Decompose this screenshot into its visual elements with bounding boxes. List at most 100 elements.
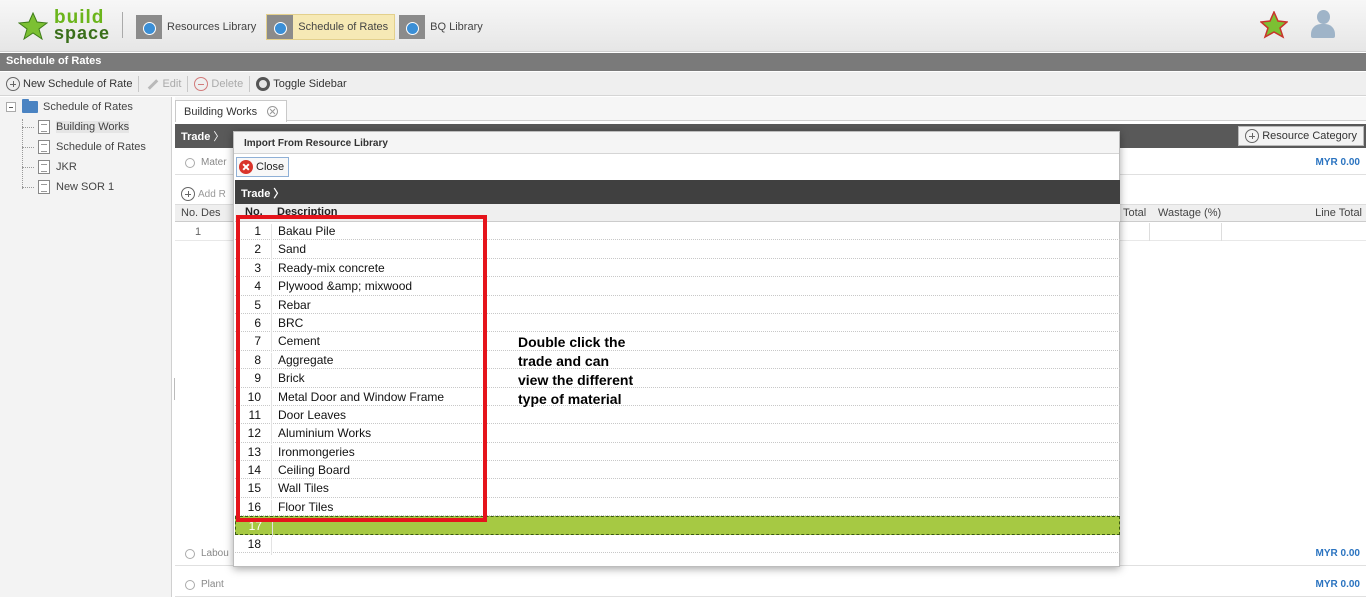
close-label: Close bbox=[256, 161, 285, 173]
expand-icon[interactable] bbox=[185, 579, 195, 590]
nav-schedule-of-rates[interactable]: Schedule of Rates bbox=[266, 14, 396, 40]
new-schedule-button[interactable]: New Schedule of Rate bbox=[2, 74, 136, 94]
annotation-line: view the different bbox=[518, 372, 634, 388]
toggle-sidebar-label: Toggle Sidebar bbox=[273, 77, 347, 90]
chevron-right-icon: 〉 bbox=[273, 188, 285, 200]
tree-item-label: JKR bbox=[56, 161, 77, 173]
nav-bq-library[interactable]: BQ Library bbox=[399, 14, 489, 40]
chevron-right-icon: 〉 bbox=[213, 131, 225, 143]
minus-circle-icon bbox=[194, 76, 209, 91]
plus-circle-icon bbox=[1245, 129, 1260, 143]
close-button[interactable]: Close bbox=[236, 157, 290, 177]
avatar-head bbox=[1317, 10, 1330, 24]
toolbar-divider bbox=[187, 75, 189, 92]
annotation-line: type of material bbox=[518, 391, 622, 407]
tab-label: Building Works bbox=[184, 105, 258, 118]
tree-item-label: New SOR 1 bbox=[56, 181, 115, 193]
breadcrumb-label: Trade bbox=[181, 131, 211, 143]
close-icon bbox=[239, 160, 253, 174]
edit-button[interactable]: Edit bbox=[141, 74, 185, 94]
main-toolbar: New Schedule of Rate Edit Delete Toggle … bbox=[0, 72, 1366, 96]
col-total: Total bbox=[1123, 207, 1147, 219]
tab-building-works[interactable]: Building Works bbox=[175, 100, 288, 122]
trade-row-description bbox=[271, 536, 278, 555]
edit-label: Edit bbox=[162, 77, 182, 90]
home-star-icon[interactable] bbox=[1260, 11, 1288, 39]
delete-button[interactable]: Delete bbox=[190, 74, 247, 94]
nav-label: BQ Library bbox=[430, 21, 483, 33]
app-header: build space Resources Library Schedule o… bbox=[0, 0, 1366, 52]
toggle-icon bbox=[256, 76, 271, 91]
group-label: Labou bbox=[201, 548, 229, 559]
avatar-body bbox=[1311, 24, 1335, 38]
user-avatar-icon[interactable] bbox=[1310, 10, 1336, 40]
document-icon bbox=[38, 120, 50, 134]
annotation-line: trade and can bbox=[518, 353, 610, 369]
new-schedule-label: New Schedule of Rate bbox=[23, 77, 133, 90]
module-icon bbox=[267, 15, 294, 39]
column-divider bbox=[1149, 223, 1150, 241]
tree-item-building-works[interactable]: Building Works bbox=[0, 117, 171, 137]
group-row-plant[interactable]: Plant MYR 0.00 bbox=[175, 573, 1366, 597]
group-label: Mater bbox=[201, 157, 227, 168]
nav-label: Resources Library bbox=[167, 21, 257, 33]
delete-label: Delete bbox=[211, 77, 244, 90]
plus-circle-icon bbox=[6, 76, 20, 91]
tree-item-label: Building Works bbox=[56, 121, 130, 133]
close-tab-icon[interactable] bbox=[267, 106, 279, 117]
plus-circle-icon bbox=[181, 187, 195, 201]
tree-item-schedule-of-rates[interactable]: Schedule of Rates bbox=[0, 137, 171, 157]
expand-icon[interactable] bbox=[185, 548, 195, 559]
brand-bottom: space bbox=[54, 23, 111, 43]
highlight-box bbox=[236, 215, 487, 522]
sidebar-tree: Schedule of Rates Building Works Schedul… bbox=[0, 97, 172, 597]
resource-category-button[interactable]: Resource Category bbox=[1238, 126, 1364, 146]
instruction-annotation: Double click the trade and can view the … bbox=[518, 333, 688, 409]
tree-item-new-sor-1[interactable]: New SOR 1 bbox=[0, 177, 171, 197]
toggle-sidebar-button[interactable]: Toggle Sidebar bbox=[252, 74, 350, 94]
annotation-line: Double click the bbox=[518, 334, 626, 350]
dialog-breadcrumb-label: Trade bbox=[241, 188, 271, 200]
tree-root[interactable]: Schedule of Rates bbox=[0, 97, 171, 117]
folder-icon bbox=[22, 99, 38, 113]
dialog-title: Import From Resource Library bbox=[234, 132, 1119, 154]
document-icon bbox=[38, 140, 50, 154]
add-resource-button[interactable]: Add R bbox=[181, 187, 226, 201]
module-nav: Resources Library Schedule of Rates BQ L… bbox=[136, 14, 489, 40]
tree-item-label: Schedule of Rates bbox=[56, 141, 146, 153]
nav-resources-library[interactable]: Resources Library bbox=[136, 14, 262, 40]
group-total: MYR 0.00 bbox=[1315, 157, 1360, 168]
col-no: No. bbox=[181, 207, 199, 219]
group-total: MYR 0.00 bbox=[1315, 579, 1360, 590]
tree-item-jkr[interactable]: JKR bbox=[0, 157, 171, 177]
document-icon bbox=[38, 180, 50, 194]
row-no: 1 bbox=[195, 226, 202, 238]
logo-star-icon bbox=[18, 12, 48, 40]
dialog-breadcrumb[interactable]: Trade 〉 bbox=[235, 180, 1120, 204]
trade-row[interactable]: 18 bbox=[235, 535, 1120, 555]
breadcrumb-trade[interactable]: Trade 〉 bbox=[181, 128, 224, 144]
nav-label: Schedule of Rates bbox=[298, 21, 389, 33]
group-label: Plant bbox=[201, 579, 224, 590]
header-divider bbox=[122, 12, 123, 38]
tree-root-label: Schedule of Rates bbox=[43, 101, 133, 113]
resource-category-label: Resource Category bbox=[1262, 130, 1357, 142]
module-icon bbox=[399, 15, 426, 39]
document-icon bbox=[38, 160, 50, 174]
toolbar-divider bbox=[249, 75, 251, 92]
col-wastage: Wastage (%) bbox=[1158, 207, 1222, 219]
module-title: Schedule of Rates bbox=[0, 53, 1366, 71]
collapse-icon[interactable] bbox=[6, 102, 16, 112]
module-icon bbox=[136, 15, 162, 39]
column-divider bbox=[1221, 223, 1222, 241]
group-total: MYR 0.00 bbox=[1315, 548, 1360, 559]
tab-strip: Building Works bbox=[175, 97, 1366, 122]
trade-row-no: 18 bbox=[247, 536, 261, 551]
header-actions bbox=[1260, 10, 1336, 40]
pencil-icon bbox=[145, 77, 159, 91]
buildspace-logo[interactable]: build space bbox=[18, 8, 128, 44]
col-desc: Des bbox=[201, 207, 221, 219]
expand-icon[interactable] bbox=[185, 157, 195, 168]
toolbar-divider bbox=[138, 75, 140, 92]
col-line-total: Line Total bbox=[1315, 207, 1362, 219]
